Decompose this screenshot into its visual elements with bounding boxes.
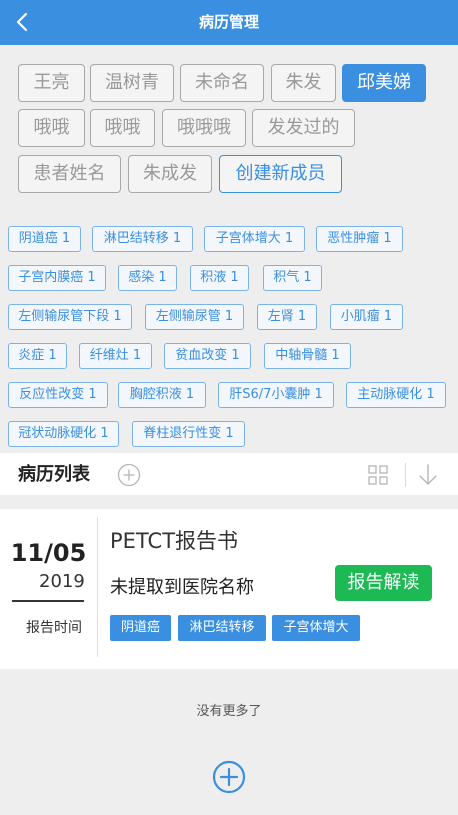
diagnosis-tag[interactable]: 中轴骨髓 1 — [264, 343, 351, 369]
grid-icon — [368, 465, 388, 485]
member-chip-active[interactable]: 邱美娣 — [342, 64, 426, 102]
record-card[interactable]: 11/05 2019 报告时间 PETCT报告书 未提取到医院名称 报告解读 阴… — [0, 509, 458, 669]
member-chip[interactable]: 朱发 — [271, 64, 336, 102]
diagnosis-tag[interactable]: 反应性改变 1 — [8, 382, 108, 408]
diagnosis-tag[interactable]: 左侧输尿管下段 1 — [8, 304, 132, 330]
diagnosis-tag[interactable]: 淋巴结转移 1 — [92, 226, 193, 252]
diagnosis-tag[interactable]: 子宫内膜癌 1 — [8, 265, 106, 291]
card-divider — [97, 517, 98, 657]
plus-circle-icon — [117, 463, 141, 487]
diagnosis-tag[interactable]: 子宫体增大 1 — [204, 226, 305, 252]
record-day: 11/05 — [10, 539, 87, 567]
diagnosis-tag[interactable]: 纤维灶 1 — [79, 343, 152, 369]
top-bar: 病历管理 — [0, 0, 458, 45]
record-list-title: 病历列表 — [18, 464, 90, 485]
member-chip[interactable]: 哦哦 — [18, 109, 85, 147]
header-divider — [405, 463, 406, 487]
diagnosis-tag[interactable]: 炎症 1 — [8, 343, 67, 369]
member-chip[interactable]: 王亮 — [18, 64, 85, 102]
no-more-text: 没有更多了 — [196, 704, 262, 719]
arrow-down-icon — [419, 464, 437, 485]
member-chip[interactable]: 患者姓名 — [18, 155, 121, 193]
record-tag: 子宫体增大 — [272, 615, 360, 641]
add-record-button[interactable] — [116, 462, 142, 488]
diagnosis-tag[interactable]: 主动脉硬化 1 — [346, 382, 446, 408]
sort-button[interactable] — [416, 462, 440, 488]
member-chip[interactable]: 温树青 — [90, 64, 174, 102]
diagnosis-tag[interactable]: 小肌瘤 1 — [330, 304, 403, 330]
member-chip[interactable]: 哦哦 — [90, 109, 155, 147]
record-year: 2019 — [39, 571, 85, 592]
hospital-name: 未提取到医院名称 — [110, 577, 254, 598]
diagnosis-tag[interactable]: 积气 1 — [263, 265, 322, 291]
diagnosis-tag[interactable]: 恶性肿瘤 1 — [316, 226, 403, 252]
diagnosis-tag-cloud: 阴道癌 1 淋巴结转移 1 子宫体增大 1 恶性肿瘤 1 子宫内膜癌 1 感染 … — [0, 205, 458, 453]
diagnosis-tag[interactable]: 左侧输尿管 1 — [145, 304, 244, 330]
diagnosis-tag[interactable]: 积液 1 — [190, 265, 249, 291]
diagnosis-tag[interactable]: 脊柱退行性变 1 — [132, 421, 245, 447]
diagnosis-tag[interactable]: 左肾 1 — [257, 304, 317, 330]
date-underline — [12, 600, 84, 602]
member-chip[interactable]: 朱成发 — [128, 155, 212, 193]
page-title: 病历管理 — [198, 13, 259, 31]
diagnosis-tag[interactable]: 肝S6/7小囊肿 1 — [218, 382, 334, 408]
diagnosis-tag[interactable]: 感染 1 — [118, 265, 177, 291]
record-list-header: 病历列表 — [0, 453, 458, 495]
member-selector: 王亮 温树青 未命名 朱发 邱美娣 哦哦 哦哦 哦哦哦 发发过的 患者姓名 朱成… — [0, 45, 458, 205]
report-interpret-button[interactable]: 报告解读 — [335, 565, 432, 601]
member-chip[interactable]: 哦哦哦 — [162, 109, 246, 147]
report-time-label: 报告时间 — [26, 620, 82, 636]
add-button[interactable] — [212, 760, 246, 794]
record-tag: 阴道癌 — [110, 615, 171, 641]
member-chip[interactable]: 发发过的 — [252, 109, 355, 147]
diagnosis-tag[interactable]: 胸腔积液 1 — [118, 382, 206, 408]
record-title: PETCT报告书 — [110, 529, 239, 553]
diagnosis-tag[interactable]: 阴道癌 1 — [8, 226, 81, 252]
create-member-button[interactable]: 创建新成员 — [219, 155, 342, 193]
diagnosis-tag[interactable]: 冠状动脉硬化 1 — [8, 421, 119, 447]
grid-view-button[interactable] — [366, 463, 390, 487]
plus-circle-icon — [212, 760, 246, 794]
record-tag: 淋巴结转移 — [178, 615, 266, 641]
diagnosis-tag[interactable]: 贫血改变 1 — [164, 343, 251, 369]
member-chip[interactable]: 未命名 — [180, 64, 264, 102]
